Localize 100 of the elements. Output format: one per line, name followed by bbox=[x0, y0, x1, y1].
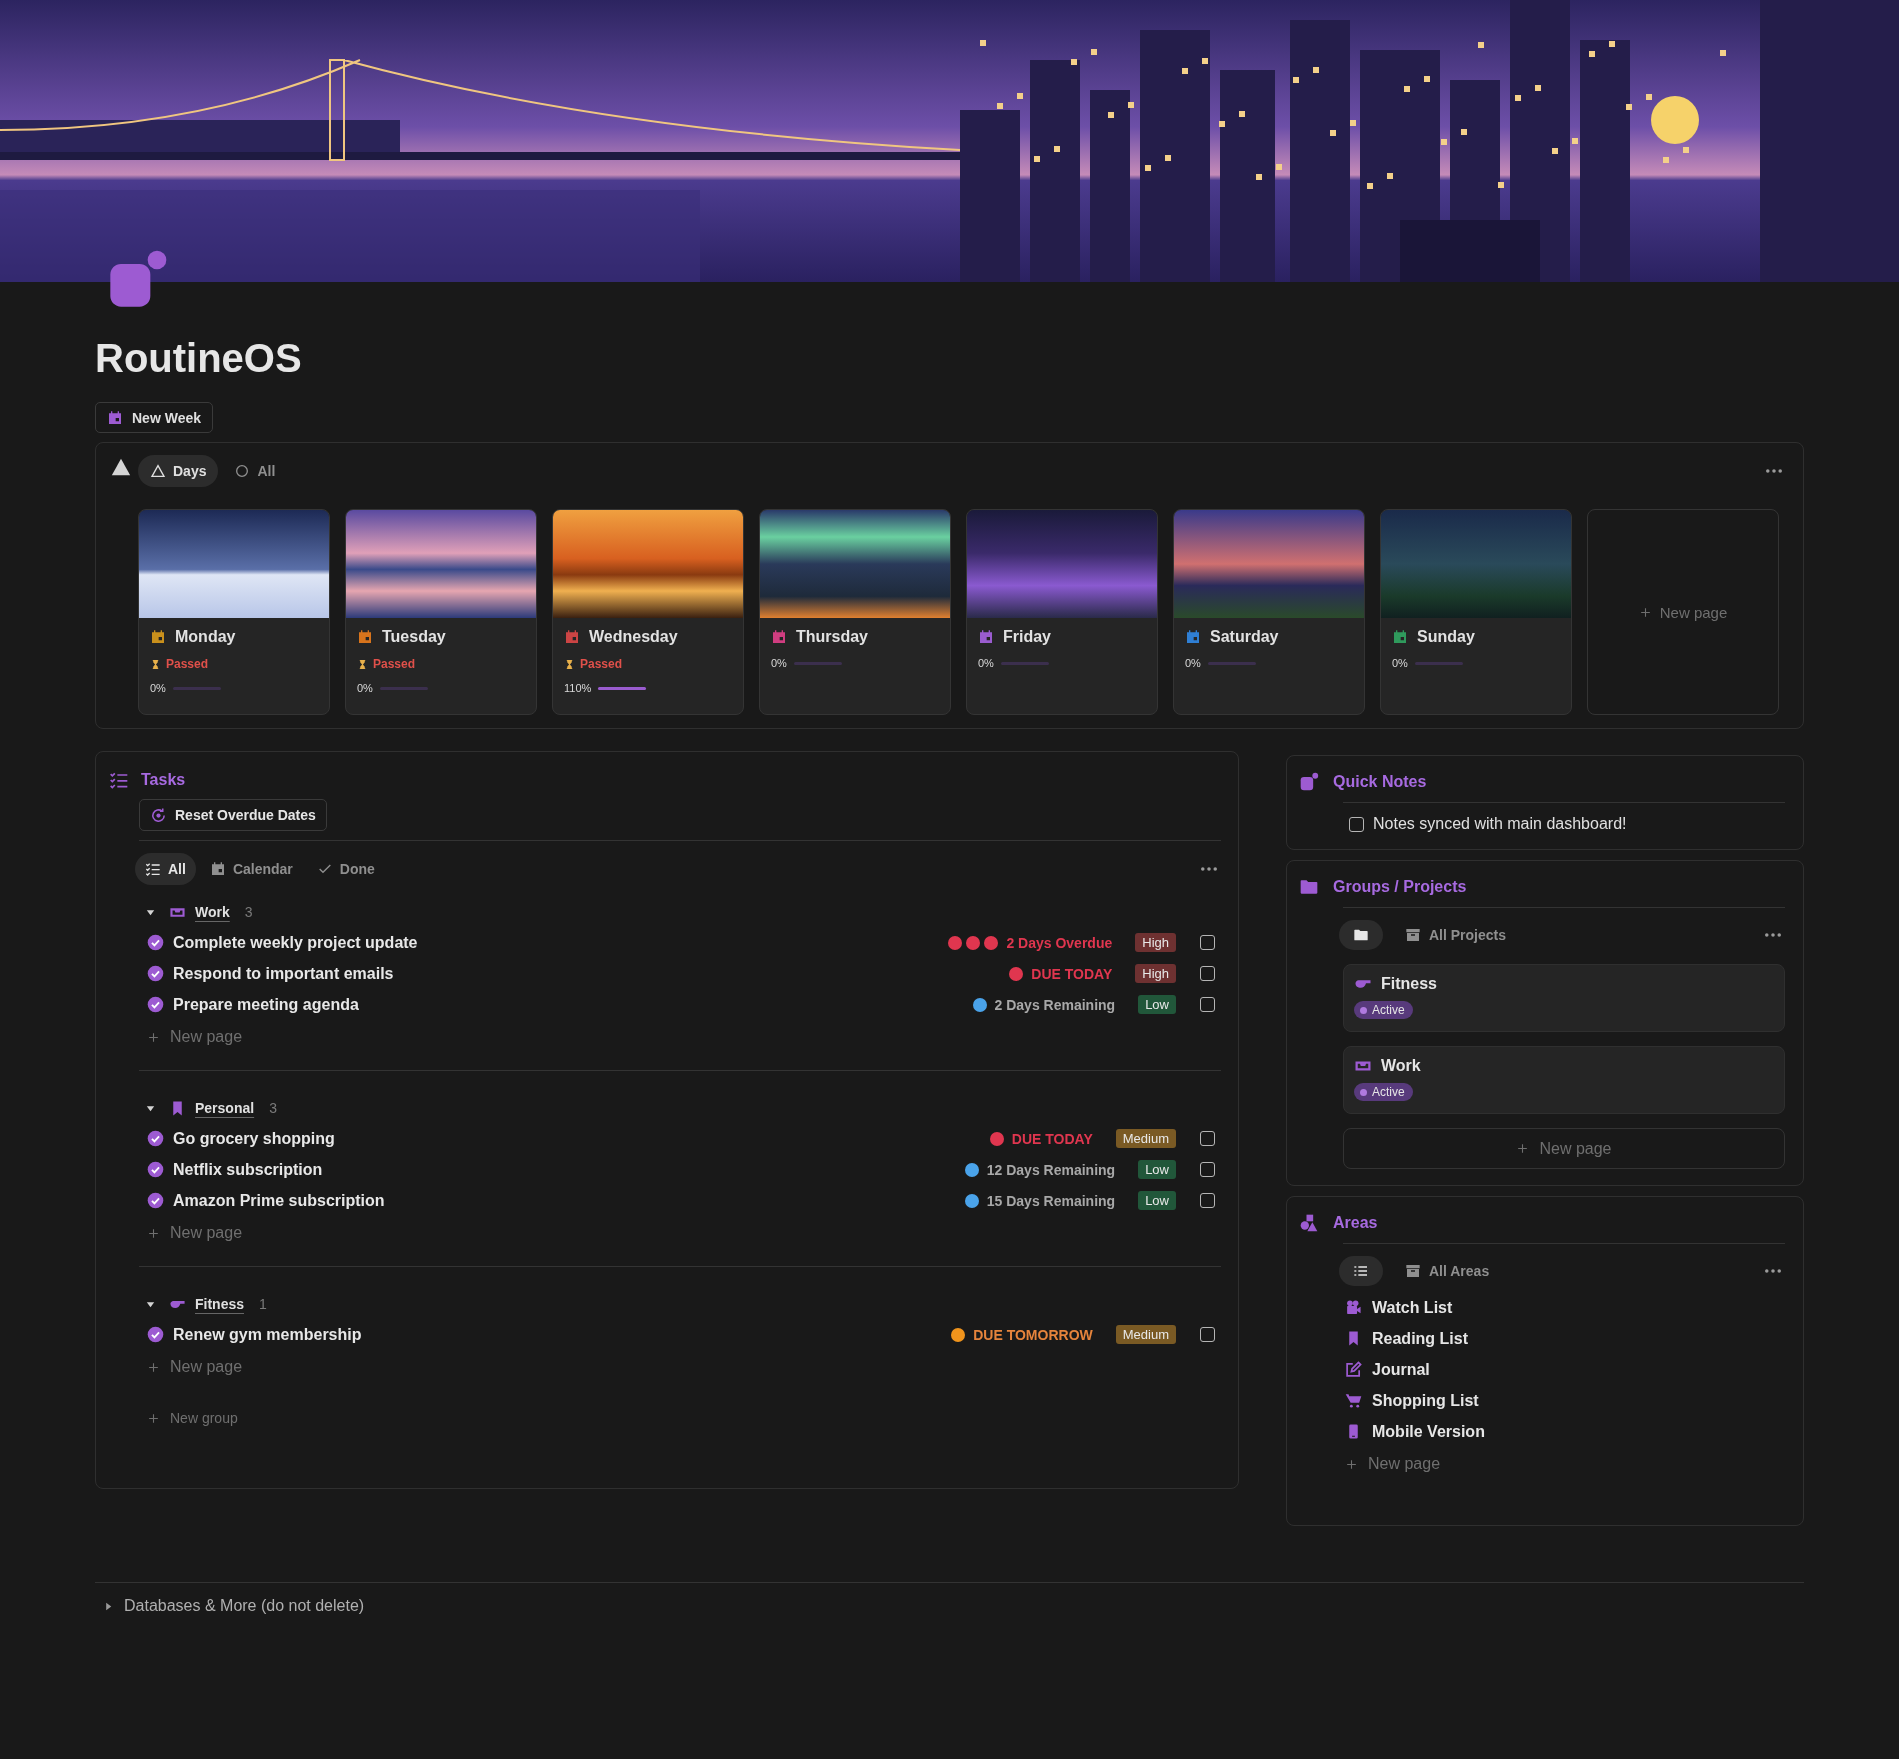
task-title[interactable]: Netflix subscription bbox=[173, 1160, 323, 1179]
group-count: 1 bbox=[259, 1296, 267, 1312]
task-title[interactable]: Renew gym membership bbox=[173, 1325, 362, 1344]
check-circle-icon bbox=[147, 965, 164, 982]
priority-tag: Medium bbox=[1115, 1325, 1176, 1344]
view-tab[interactable]: All bbox=[222, 455, 288, 487]
due-label: DUE TODAY bbox=[1031, 965, 1113, 982]
check-circle-icon bbox=[147, 1130, 164, 1147]
checkbox[interactable] bbox=[1200, 997, 1215, 1012]
video-camera-icon bbox=[1345, 1299, 1362, 1316]
due-label: 2 Days Overdue bbox=[1006, 934, 1113, 951]
day-name: Saturday bbox=[1210, 628, 1279, 646]
new-page-button[interactable]: New page bbox=[1343, 1128, 1785, 1169]
group-count: 3 bbox=[269, 1100, 277, 1116]
calendar-icon bbox=[209, 861, 226, 877]
section-title[interactable]: Areas bbox=[1333, 1214, 1378, 1232]
more-icon bbox=[1766, 469, 1782, 473]
day-card[interactable]: Thursday 0% bbox=[759, 509, 951, 715]
plus-icon bbox=[1345, 1457, 1358, 1471]
hourglass-icon bbox=[150, 658, 161, 670]
day-name: Monday bbox=[175, 628, 236, 646]
day-card[interactable]: Monday Passed 0% bbox=[138, 509, 330, 715]
view-tab[interactable]: All bbox=[135, 853, 196, 885]
area-link[interactable]: Journal bbox=[1372, 1360, 1430, 1379]
section-title[interactable]: Quick Notes bbox=[1333, 773, 1427, 791]
checkbox[interactable] bbox=[1200, 1131, 1215, 1146]
task-title[interactable]: Prepare meeting agenda bbox=[173, 995, 359, 1014]
section-title[interactable]: Tasks bbox=[141, 771, 186, 789]
new-page-button[interactable]: New page bbox=[139, 1216, 243, 1250]
plus-icon bbox=[147, 1360, 160, 1374]
edit-icon bbox=[1345, 1361, 1362, 1378]
toggle-heading[interactable]: Databases & More (do not delete) bbox=[124, 1597, 365, 1615]
view-tab[interactable]: All Projects bbox=[1393, 920, 1519, 950]
priority-tag: High bbox=[1135, 964, 1176, 983]
group-name[interactable]: Fitness bbox=[195, 1296, 244, 1312]
new-page-button[interactable]: New page bbox=[1587, 509, 1779, 715]
task-title[interactable]: Amazon Prime subscription bbox=[173, 1191, 385, 1210]
priority-tag: High bbox=[1135, 933, 1176, 952]
group-name[interactable]: Personal bbox=[195, 1100, 255, 1116]
due-label: 15 Days Remaining bbox=[986, 1192, 1116, 1209]
check-circle-icon bbox=[147, 1161, 164, 1178]
checkbox[interactable] bbox=[1200, 1162, 1215, 1177]
view-tab[interactable]: All Areas bbox=[1393, 1256, 1502, 1286]
day-name: Friday bbox=[1003, 628, 1051, 646]
project-card[interactable]: Fitness Active bbox=[1343, 964, 1785, 1032]
day-card[interactable]: Wednesday Passed 110% bbox=[552, 509, 744, 715]
progress-value: 0% bbox=[150, 682, 166, 694]
new-page-button[interactable]: New page bbox=[139, 1350, 243, 1384]
section-title[interactable]: Groups / Projects bbox=[1333, 878, 1467, 896]
checkbox[interactable] bbox=[1349, 816, 1364, 832]
project-name: Work bbox=[1381, 1057, 1421, 1075]
day-card[interactable]: Friday 0% bbox=[966, 509, 1158, 715]
new-week-button[interactable]: New Week bbox=[95, 402, 213, 433]
more-icon bbox=[1765, 1269, 1781, 1273]
view-tab[interactable]: Days bbox=[138, 455, 219, 487]
checkbox[interactable] bbox=[1200, 935, 1215, 950]
area-link[interactable]: Shopping List bbox=[1372, 1391, 1479, 1410]
circle-icon bbox=[234, 463, 251, 479]
plus-icon bbox=[147, 1030, 160, 1044]
plus-icon bbox=[1516, 1142, 1530, 1155]
checklist-icon bbox=[145, 861, 161, 877]
reset-button[interactable]: Reset Overdue Dates bbox=[139, 799, 327, 831]
list-icon bbox=[1353, 1263, 1369, 1279]
view-tab[interactable] bbox=[1339, 920, 1383, 950]
due-label: 2 Days Remaining bbox=[994, 996, 1116, 1013]
task-title[interactable]: Respond to important emails bbox=[173, 964, 394, 983]
area-link[interactable]: Reading List bbox=[1372, 1329, 1468, 1348]
day-name: Tuesday bbox=[382, 628, 446, 646]
priority-tag: Low bbox=[1138, 1160, 1176, 1179]
day-card[interactable]: Sunday 0% bbox=[1380, 509, 1572, 715]
checkbox[interactable] bbox=[1200, 1193, 1215, 1208]
view-tab[interactable] bbox=[1339, 1256, 1383, 1286]
area-link[interactable]: Mobile Version bbox=[1372, 1422, 1485, 1441]
new-page-button[interactable]: New page bbox=[1343, 1447, 1441, 1481]
new-page-button[interactable]: New page bbox=[139, 1020, 243, 1054]
plus-icon bbox=[147, 1411, 160, 1425]
view-tab[interactable]: Calendar bbox=[199, 853, 303, 885]
status-pill: Active bbox=[1354, 1001, 1413, 1019]
view-tab[interactable]: Done bbox=[306, 853, 385, 885]
checkbox[interactable] bbox=[1200, 966, 1215, 981]
hourglass-icon bbox=[357, 658, 368, 670]
progress-value: 0% bbox=[1392, 657, 1408, 669]
area-link[interactable]: Watch List bbox=[1372, 1298, 1453, 1317]
new-group-button[interactable]: New group bbox=[139, 1410, 238, 1426]
priority-tag: Medium bbox=[1115, 1129, 1176, 1148]
hourglass-icon bbox=[564, 658, 575, 670]
note-text: Notes synced with main dashboard! bbox=[1373, 815, 1627, 833]
status-pill: Active bbox=[1354, 1083, 1413, 1101]
progress-value: 0% bbox=[771, 657, 787, 669]
priority-tag: Low bbox=[1138, 995, 1176, 1014]
shapes-icon bbox=[1299, 1213, 1319, 1233]
archive-icon bbox=[1405, 927, 1421, 943]
task-title[interactable]: Go grocery shopping bbox=[173, 1129, 335, 1148]
day-card[interactable]: Tuesday Passed 0% bbox=[345, 509, 537, 715]
task-title[interactable]: Complete weekly project update bbox=[173, 933, 418, 952]
group-name[interactable]: Work bbox=[195, 904, 230, 920]
project-card[interactable]: Work Active bbox=[1343, 1046, 1785, 1114]
day-card[interactable]: Saturday 0% bbox=[1173, 509, 1365, 715]
due-label: 12 Days Remaining bbox=[986, 1161, 1116, 1178]
checkbox[interactable] bbox=[1200, 1327, 1215, 1342]
